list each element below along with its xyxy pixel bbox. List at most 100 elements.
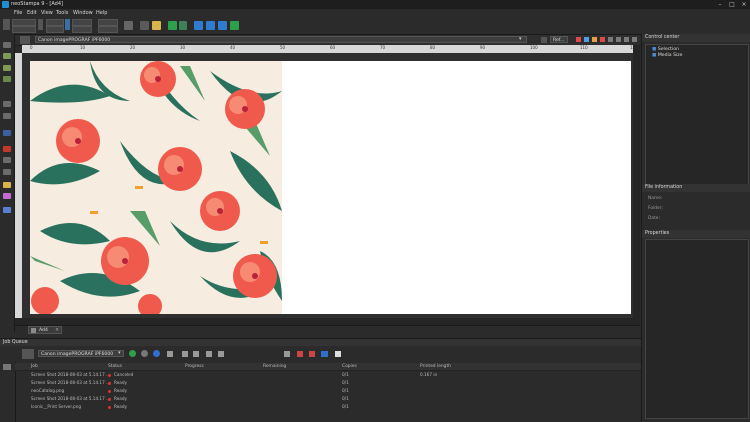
job-name: neoCatalog.png — [31, 388, 65, 393]
width-field[interactable] — [46, 19, 64, 26]
new-doc-icon[interactable] — [3, 42, 11, 48]
color-icon-4[interactable] — [600, 37, 605, 42]
job-icon-9[interactable] — [321, 351, 328, 357]
tool-icon-12[interactable] — [3, 193, 11, 199]
col-printed-length[interactable]: Printed length — [420, 363, 451, 370]
vertical-scrollbar[interactable] — [633, 45, 640, 318]
job-status-label: Ready — [114, 404, 127, 409]
tool-icon-6[interactable] — [3, 113, 11, 119]
job-row[interactable]: Screen Shot 2018-08-03 at 5.14.17 ... Rea… — [15, 379, 641, 387]
job-row[interactable]: Screen Shot 2018-08-03 at 5.14.17 ... Can… — [15, 371, 641, 379]
color-icon-3[interactable] — [592, 37, 597, 42]
scale-y-field[interactable] — [72, 26, 92, 33]
layout-icon-3[interactable] — [218, 21, 227, 30]
y-position-field[interactable] — [12, 26, 36, 33]
play-icon[interactable] — [129, 350, 136, 357]
job-queue-combo-chevron-icon[interactable]: ▾ — [118, 350, 121, 356]
col-status[interactable]: Status — [108, 363, 122, 370]
job-icon-7[interactable] — [297, 351, 303, 357]
col-copies[interactable]: Copies — [342, 363, 357, 370]
job-status: Ready — [108, 387, 127, 395]
job-icon-4[interactable] — [206, 351, 212, 357]
tool-icon-8[interactable] — [3, 146, 11, 152]
rotate-field[interactable] — [98, 19, 118, 26]
col-remaining[interactable]: Remaining — [263, 363, 286, 370]
tool-icon-5[interactable] — [3, 101, 11, 107]
job-icon-1[interactable] — [167, 351, 173, 357]
tool-icon-10[interactable] — [3, 169, 11, 175]
status-error-icon — [108, 397, 111, 401]
tree-item-media-size[interactable]: ■ Media Size — [652, 53, 683, 58]
layout-icon-2[interactable] — [206, 21, 215, 30]
job-queue-title: Job Queue — [3, 340, 28, 345]
ruler-label: 50 — [280, 45, 286, 50]
job-icon-2[interactable] — [182, 351, 188, 357]
file-information-title: File information — [642, 184, 750, 192]
status-error-icon — [108, 405, 111, 409]
job-icon-8[interactable] — [309, 351, 315, 357]
open-folder-icon[interactable] — [140, 21, 149, 30]
job-icon-3[interactable] — [193, 351, 199, 357]
file-info-name: Name: — [648, 196, 663, 201]
menu-file[interactable]: File — [14, 9, 22, 17]
menu-window[interactable]: Window — [73, 9, 93, 17]
close-icon[interactable]: × — [738, 0, 750, 9]
maximize-icon[interactable]: □ — [726, 0, 738, 9]
col-job[interactable]: Job — [31, 363, 38, 370]
view-icon-2[interactable] — [616, 37, 621, 42]
print-queue-icon[interactable] — [179, 21, 187, 30]
tool-icon-2[interactable] — [3, 53, 11, 59]
stop-icon[interactable] — [141, 350, 148, 357]
menu-view[interactable]: View — [41, 9, 53, 17]
check-icon[interactable] — [230, 21, 239, 30]
window-title: neoStampa 9 - [Ad4] — [11, 1, 63, 7]
menu-tools[interactable]: Tools — [56, 9, 68, 17]
document-tab-label: Ad4 — [39, 328, 48, 333]
floral-fabric-image[interactable] — [30, 61, 282, 314]
printer-combo[interactable]: Canon imagePROGRAF iPF6000 — [35, 36, 527, 43]
settings-icon[interactable] — [541, 37, 547, 43]
job-icon-6[interactable] — [284, 351, 290, 357]
scale-x-field[interactable] — [72, 19, 92, 26]
job-icon-5[interactable] — [218, 351, 224, 357]
view-icon-4[interactable] — [632, 37, 637, 42]
job-row[interactable]: neoCatalog.png Ready 0/1 — [15, 387, 641, 395]
view-icon-1[interactable] — [608, 37, 613, 42]
document-tab-close-icon[interactable]: × — [55, 327, 59, 333]
menu-help[interactable]: Help — [96, 9, 107, 17]
col-progress[interactable]: Progress — [185, 363, 204, 370]
tool-icon-9[interactable] — [3, 157, 11, 163]
job-row[interactable]: Screen Shot 2018-08-03 at 5.14.17 ... Rea… — [15, 395, 641, 403]
tool-icon-7[interactable] — [3, 130, 11, 136]
control-center-tree[interactable]: ■ Selection ■ Media Size — [645, 44, 749, 191]
job-row[interactable]: Iconic__Print Server.png Ready 0/1 — [15, 403, 641, 411]
properties-grid[interactable] — [645, 239, 749, 419]
layout-icon-1[interactable] — [194, 21, 203, 30]
color-icon-1[interactable] — [576, 37, 581, 42]
view-icon-3[interactable] — [624, 37, 629, 42]
x-position-field[interactable] — [12, 19, 36, 26]
tool-icon-4[interactable] — [3, 76, 11, 82]
height-field[interactable] — [46, 26, 64, 33]
print-go-icon[interactable] — [168, 21, 177, 30]
tool-icon-13[interactable] — [3, 207, 11, 213]
folder-icon[interactable] — [152, 21, 161, 30]
tool-icon-11[interactable] — [3, 182, 11, 188]
job-icon-10[interactable] — [335, 351, 341, 357]
horizontal-scrollbar[interactable] — [15, 318, 640, 325]
control-center-title: Control center — [642, 34, 750, 42]
printer-combo-chevron-icon[interactable]: ▾ — [519, 36, 522, 42]
minimize-icon[interactable]: – — [714, 0, 726, 9]
lock-icon[interactable] — [124, 21, 133, 30]
tool-icon-3[interactable] — [3, 65, 11, 71]
tile-field[interactable] — [98, 26, 118, 33]
properties-title: Properties — [642, 230, 750, 238]
queue-side-icon[interactable] — [3, 364, 11, 370]
job-queue-printer-combo[interactable]: Canon imagePROGRAF iPF6000 — [38, 350, 124, 357]
menu-edit[interactable]: Edit — [27, 9, 37, 17]
color-icon-2[interactable] — [584, 37, 589, 42]
tree-item-selection[interactable]: ■ Selection — [652, 47, 679, 52]
ruler-label: 40 — [230, 45, 236, 50]
zoom-combo[interactable]: Ref... — [550, 36, 568, 43]
info-icon[interactable] — [153, 350, 160, 357]
